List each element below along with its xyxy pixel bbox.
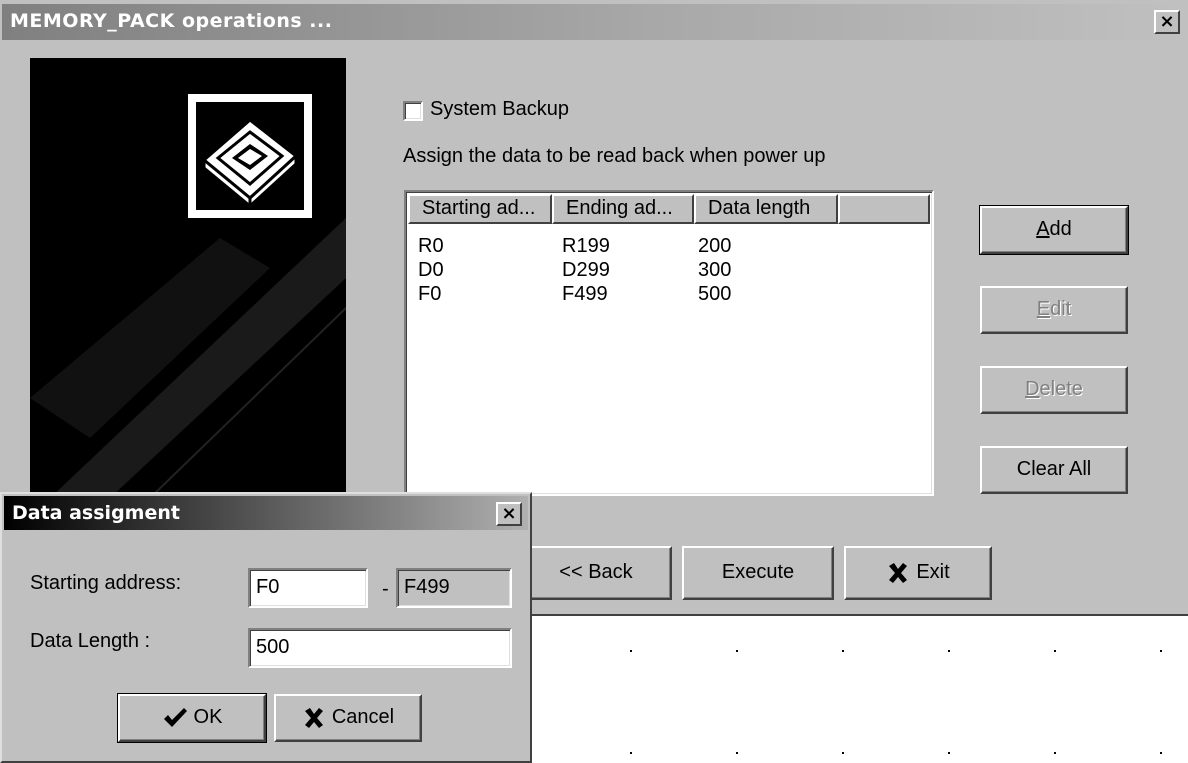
cell-length: 200 xyxy=(698,235,732,257)
assignment-list[interactable]: Starting ad... Ending ad... Data length … xyxy=(404,190,934,496)
cell-start: D0 xyxy=(418,259,444,281)
cell-length: 300 xyxy=(698,259,732,281)
ok-button[interactable]: OK xyxy=(117,693,267,743)
system-backup-checkbox[interactable] xyxy=(403,101,423,121)
checkmark-icon xyxy=(163,707,187,727)
close-button[interactable]: × xyxy=(1154,10,1180,34)
side-banner-image xyxy=(30,58,346,498)
cell-end: D299 xyxy=(562,259,610,281)
back-button[interactable]: << Back xyxy=(520,546,672,600)
address-separator: - xyxy=(382,578,389,600)
delete-button[interactable]: Delete xyxy=(980,366,1128,414)
memory-pack-icon xyxy=(188,94,312,218)
end-address-field: F499 xyxy=(396,568,512,608)
data-length-label: Data Length : xyxy=(30,630,151,652)
cancel-button[interactable]: Cancel xyxy=(274,694,422,742)
data-assignment-dialog: Data assigment × Starting address: F0 - … xyxy=(0,492,532,763)
cell-end: R199 xyxy=(562,235,610,257)
cell-start: R0 xyxy=(418,235,444,257)
add-button[interactable]: Add xyxy=(979,205,1129,255)
list-row[interactable]: R0 R199 200 xyxy=(406,234,926,258)
column-header-data-length[interactable]: Data length xyxy=(694,194,838,224)
cell-end: F499 xyxy=(562,283,608,305)
execute-button[interactable]: Execute xyxy=(682,546,834,600)
data-length-field[interactable]: 500 xyxy=(248,628,512,668)
assign-dialog-title: Data assigment xyxy=(12,502,180,524)
column-header-starting-address[interactable]: Starting ad... xyxy=(408,194,552,224)
close-button[interactable]: × xyxy=(496,502,522,526)
starting-address-label: Starting address: xyxy=(30,572,182,594)
system-backup-label[interactable]: System Backup xyxy=(430,98,569,121)
cell-length: 500 xyxy=(698,283,732,305)
exit-button[interactable]: Exit xyxy=(844,546,992,600)
x-icon xyxy=(304,707,323,728)
x-icon xyxy=(889,562,908,583)
dialog-titlebar[interactable]: MEMORY_PACK operations ... × xyxy=(2,4,1184,40)
edit-button[interactable]: Edit xyxy=(980,286,1128,334)
column-header-ending-address[interactable]: Ending ad... xyxy=(552,194,694,224)
list-row[interactable]: D0 D299 300 xyxy=(406,258,926,282)
start-address-field[interactable]: F0 xyxy=(248,568,368,608)
assign-instruction-text: Assign the data to be read back when pow… xyxy=(403,145,826,167)
assign-titlebar[interactable]: Data assigment × xyxy=(4,496,528,530)
clear-all-button[interactable]: Clear All xyxy=(980,446,1128,494)
cell-start: F0 xyxy=(418,283,442,305)
dialog-title: MEMORY_PACK operations ... xyxy=(10,10,333,32)
list-row[interactable]: F0 F499 500 xyxy=(406,282,926,306)
column-header-empty xyxy=(838,194,930,224)
